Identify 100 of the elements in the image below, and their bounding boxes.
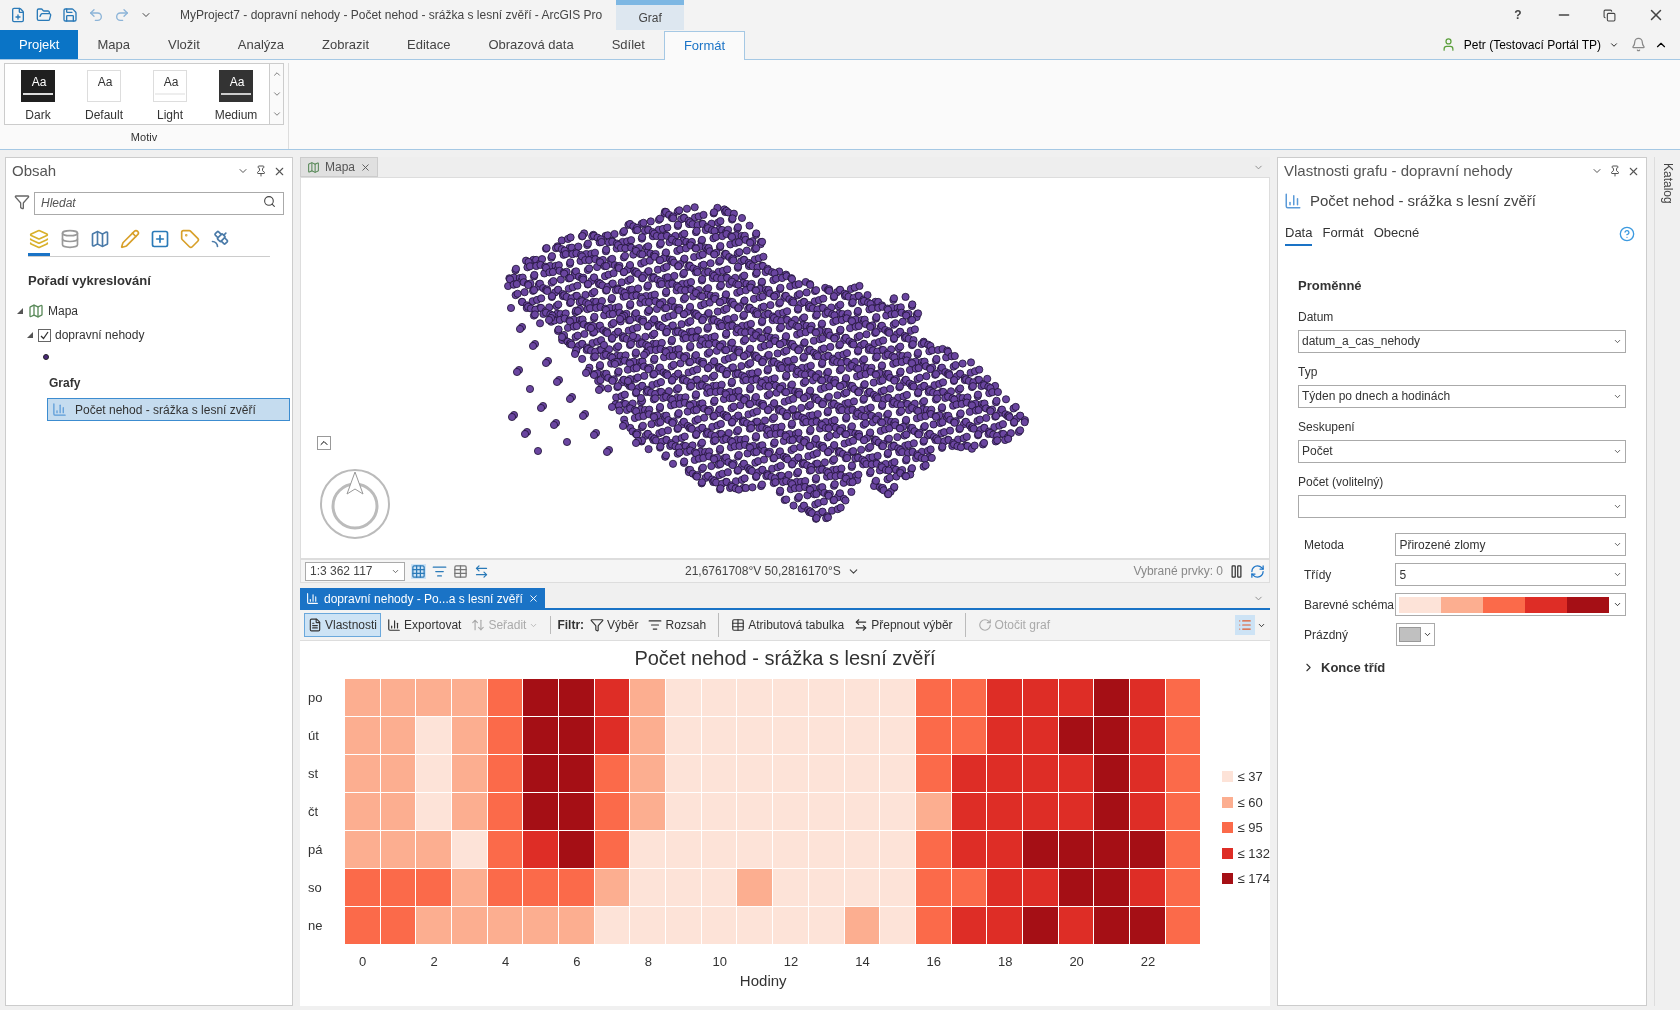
- dropdown[interactable]: Počet: [1298, 439, 1626, 463]
- section-expander[interactable]: Konce tříd: [1302, 657, 1626, 677]
- tree-item[interactable]: dopravní nehody: [55, 326, 145, 344]
- pane-tab[interactable]: Data: [1285, 222, 1313, 246]
- side-tab[interactable]: Katalog: [1658, 163, 1677, 204]
- chart-icon: [1284, 192, 1302, 211]
- pencil-icon[interactable]: [120, 228, 140, 249]
- axis-label: 22: [1139, 953, 1157, 971]
- export-icon: [387, 618, 402, 632]
- window-title: MyProject7 - dopravní nehody - Počet nehod - srážka s lesní zvěří - ArcGIS Pro: [180, 7, 603, 24]
- axis-label: 14: [854, 953, 871, 971]
- expand-triangle-icon[interactable]: [26, 331, 34, 339]
- save-icon[interactable]: [62, 7, 78, 23]
- pin-icon[interactable]: [255, 165, 267, 177]
- snapping-icon[interactable]: [411, 563, 426, 579]
- toolbar-button[interactable]: Atributová tabulka: [727, 613, 849, 637]
- notifications-icon[interactable]: [1631, 37, 1646, 52]
- ribbon-tab[interactable]: Formát: [663, 31, 746, 60]
- tree-item[interactable]: Mapa: [48, 302, 79, 320]
- pane-tab[interactable]: Obecné: [1373, 222, 1420, 246]
- color-picker[interactable]: [1396, 623, 1435, 646]
- scale-dropdown[interactable]: 1:3 362 117: [305, 561, 405, 581]
- toolbar-button[interactable]: Přepnout výběr: [850, 613, 957, 637]
- expand-gallery-icon[interactable]: [271, 109, 282, 119]
- legend-label: ≤ 60: [1237, 793, 1263, 812]
- scroll-down-icon[interactable]: [271, 89, 282, 99]
- chart-title: Počet nehod - srážka s lesní zvěří: [634, 646, 936, 671]
- dropdown[interactable]: 5: [1395, 563, 1626, 586]
- database-icon[interactable]: [60, 228, 80, 249]
- toolbar-button[interactable]: Rozsah: [644, 613, 711, 637]
- layer-checkbox[interactable]: [38, 328, 51, 342]
- toolbar-button[interactable]: Exportovat: [383, 613, 466, 637]
- dropdown[interactable]: Týden po dnech a hodinách: [1298, 384, 1626, 408]
- help-button[interactable]: ?: [1495, 0, 1541, 30]
- theme-option[interactable]: Aa Medium: [203, 64, 269, 124]
- tab-label: dopravní nehody - Po...a s lesní zvěří: [324, 590, 523, 608]
- user-name[interactable]: Petr (Testovací Portál TP): [1463, 35, 1601, 54]
- rotate-icon: [977, 618, 992, 632]
- caret-icon[interactable]: [1613, 570, 1622, 579]
- filter-icon: [648, 618, 663, 632]
- chart-icon: [52, 402, 67, 417]
- chart-list-item[interactable]: Počet nehod - srážka s lesní zvěří: [47, 398, 290, 421]
- list-by-drawing-order-tab[interactable]: [28, 228, 50, 256]
- search-field[interactable]: Hledat: [34, 191, 284, 215]
- caret-icon[interactable]: [1423, 630, 1432, 639]
- color-ramp-dropdown[interactable]: [1395, 593, 1626, 616]
- navigator-toggle-icon[interactable]: [317, 436, 331, 450]
- help-icon[interactable]: [1619, 226, 1635, 243]
- ribbon-tab[interactable]: Obrazová data: [469, 30, 593, 59]
- view-tab[interactable]: dopravní nehody - Po...a s lesní zvěří: [300, 588, 545, 609]
- theme-option[interactable]: Aa Light: [137, 64, 203, 124]
- ribbon-tab[interactable]: Editace: [388, 30, 470, 59]
- axis-label: 2: [429, 953, 439, 971]
- ribbon-tab[interactable]: Analýza: [218, 30, 304, 59]
- field-label: Metoda: [1304, 536, 1346, 554]
- view-tab[interactable]: Mapa: [300, 157, 379, 177]
- theme-option[interactable]: Aa Default: [71, 64, 137, 124]
- field-label: Prázdný: [1304, 626, 1350, 644]
- ribbon-tab[interactable]: Mapa: [78, 30, 149, 59]
- table-icon[interactable]: [453, 563, 468, 579]
- dropdown[interactable]: datum_a_cas_nehody: [1298, 329, 1626, 353]
- axis-label: 6: [572, 953, 582, 971]
- ribbon-tab[interactable]: Vložit: [149, 30, 219, 59]
- expand-triangle-icon[interactable]: [16, 307, 24, 315]
- restore-icon[interactable]: [1603, 8, 1616, 22]
- field-label: Typ: [1298, 363, 1319, 381]
- toolbar-button[interactable]: Výběr: [586, 613, 643, 637]
- theme-preview: Aa: [87, 70, 121, 102]
- pin-icon[interactable]: [1609, 165, 1621, 177]
- ribbon-tab[interactable]: Projekt: [0, 30, 79, 59]
- field-label: Datum: [1298, 308, 1335, 326]
- axis-label: čt: [308, 803, 320, 821]
- filter-icon[interactable]: [14, 194, 30, 211]
- axis-label: 18: [997, 953, 1014, 971]
- context-tab-header: Graf: [616, 0, 685, 30]
- close-icon[interactable]: [527, 593, 539, 604]
- scroll-up-icon[interactable]: [271, 69, 282, 79]
- open-folder-icon[interactable]: [36, 7, 52, 23]
- theme-preview: Aa: [21, 70, 55, 102]
- tag-icon[interactable]: [180, 228, 200, 249]
- map-icon[interactable]: [90, 228, 110, 249]
- ribbon-tab[interactable]: Sdílet: [592, 30, 664, 59]
- theme-option[interactable]: Aa Dark: [5, 64, 71, 124]
- close-icon[interactable]: [360, 161, 372, 173]
- pane-tab[interactable]: Formát: [1322, 222, 1364, 246]
- pause-drawing-icon[interactable]: [1229, 563, 1244, 579]
- new-project-icon[interactable]: [10, 7, 26, 23]
- axis-label: so: [308, 879, 323, 897]
- legend-label: ≤ 174: [1237, 870, 1270, 888]
- ribbon-tab[interactable]: Zobrazit: [303, 30, 388, 59]
- theme-preview: Aa: [153, 70, 187, 102]
- caret-icon[interactable]: [1613, 600, 1623, 609]
- satellite-icon[interactable]: [210, 228, 230, 249]
- refresh-icon[interactable]: [1250, 563, 1265, 579]
- search-icon[interactable]: [263, 195, 276, 208]
- toolbar-button[interactable]: Vlastnosti: [304, 613, 382, 637]
- dropdown[interactable]: [1298, 494, 1626, 518]
- section-heading: Pořadí vykreslování: [28, 271, 152, 290]
- dropdown[interactable]: Přirozené zlomy: [1395, 533, 1626, 556]
- caret-icon[interactable]: [1613, 540, 1622, 549]
